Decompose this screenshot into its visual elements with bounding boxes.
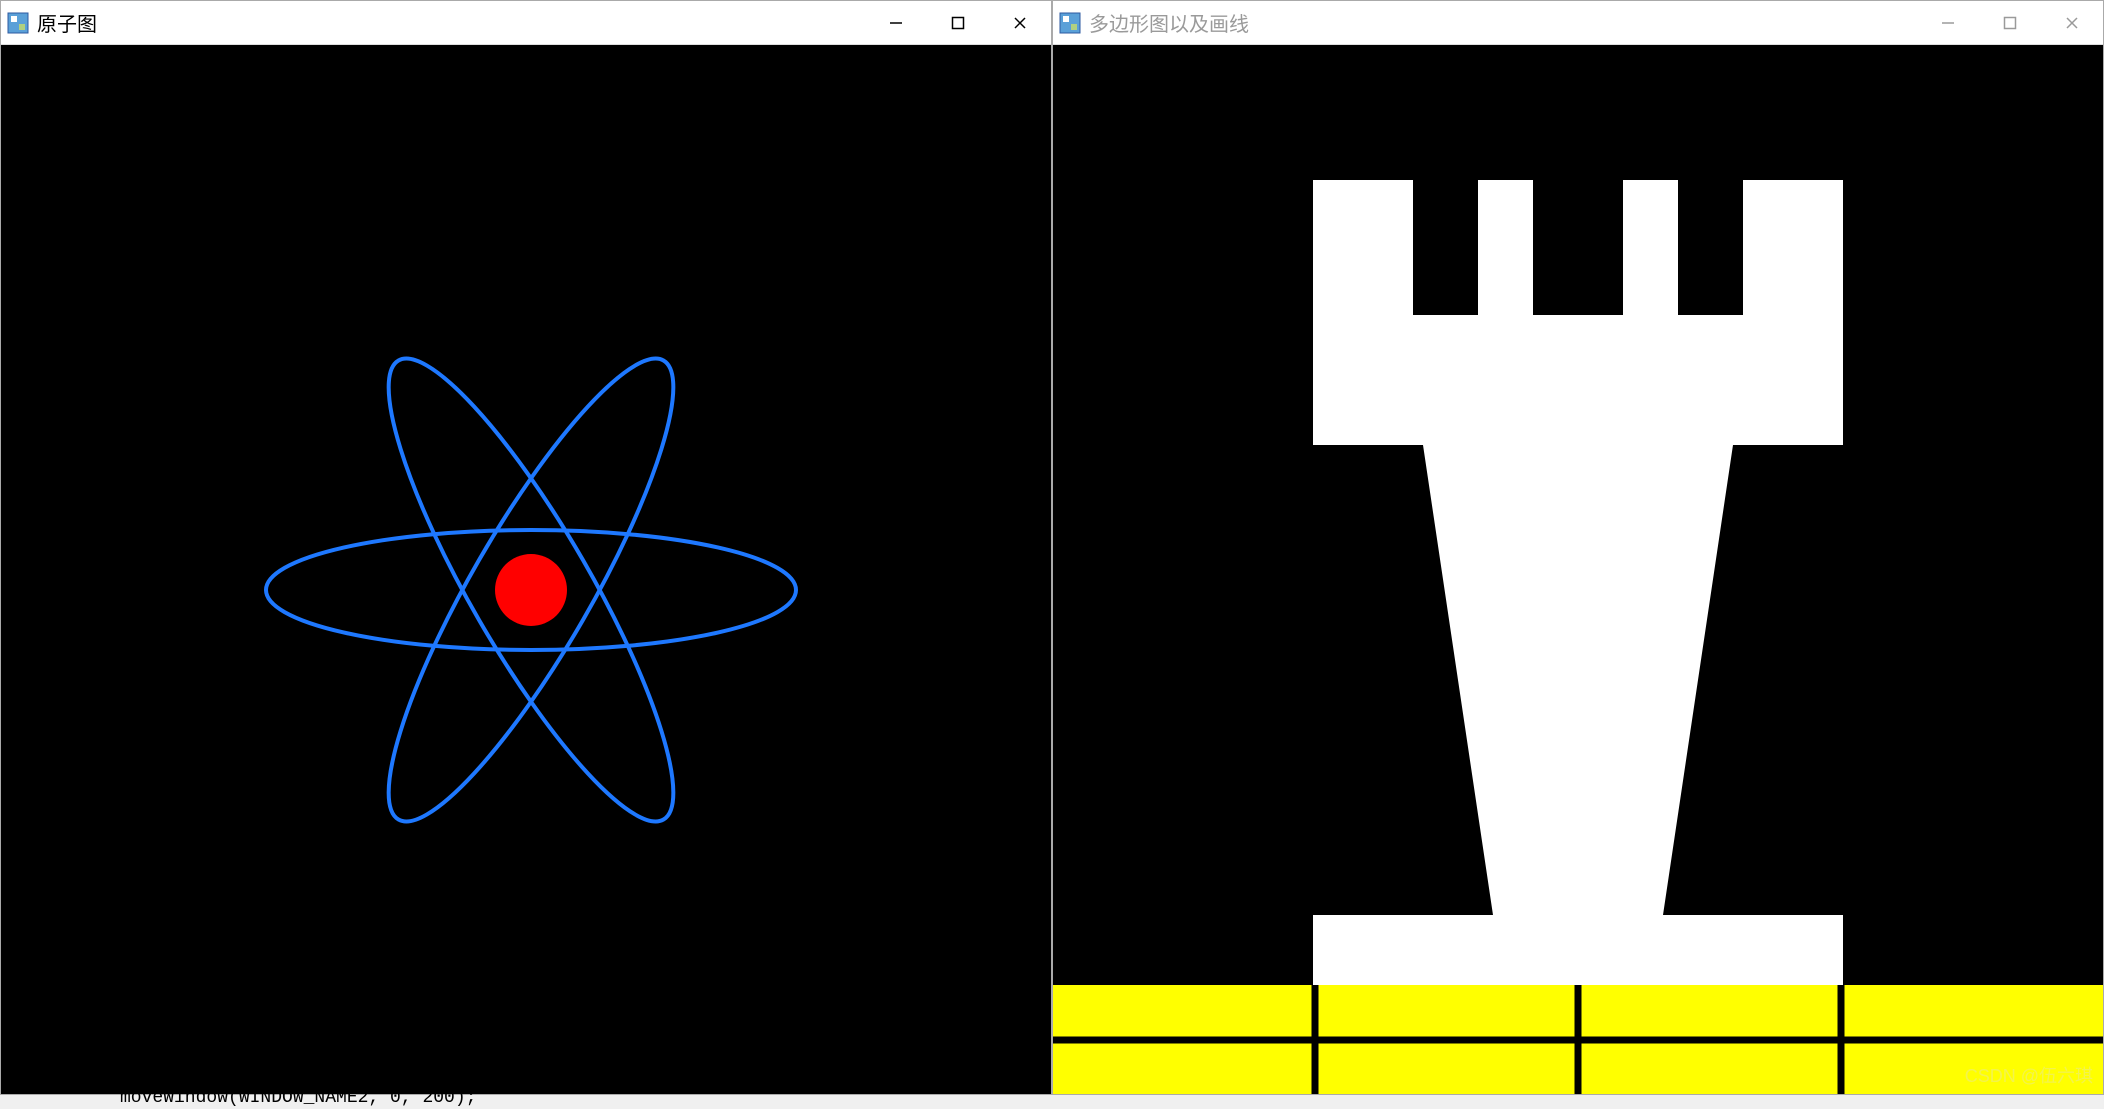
atom-drawing: [1, 45, 1051, 1094]
close-icon: [1013, 16, 1027, 30]
window-title: 原子图: [37, 8, 107, 37]
window-atom: 原子图: [0, 0, 1052, 1095]
maximize-button[interactable]: [1979, 1, 2041, 45]
canvas-polygon: CSDN @伍六琪: [1053, 45, 2103, 1094]
minimize-button[interactable]: [1917, 1, 1979, 45]
app-icon: [1059, 12, 1081, 34]
maximize-button[interactable]: [927, 1, 989, 45]
canvas-atom: [1, 45, 1051, 1094]
maximize-icon: [951, 16, 965, 30]
window-title: 多边形图以及画线: [1089, 8, 1259, 37]
minimize-icon: [1941, 16, 1955, 30]
titlebar-left[interactable]: 原子图: [1, 1, 1051, 45]
nucleus-circle: [495, 554, 567, 626]
close-button[interactable]: [2041, 1, 2103, 45]
app-icon: [7, 12, 29, 34]
rook-polygon: [1313, 180, 1843, 985]
window-polygon: 多边形图以及画线 CSDN @伍六琪: [1052, 0, 2104, 1095]
minimize-icon: [889, 16, 903, 30]
titlebar-right[interactable]: 多边形图以及画线: [1053, 1, 2103, 45]
minimize-button[interactable]: [865, 1, 927, 45]
code-fragment: moveWindow(WINDOW_NAME2, 0, 200);: [120, 1088, 476, 1108]
rook-drawing: [1053, 45, 2103, 1094]
maximize-icon: [2003, 16, 2017, 30]
close-button[interactable]: [989, 1, 1051, 45]
close-icon: [2065, 16, 2079, 30]
